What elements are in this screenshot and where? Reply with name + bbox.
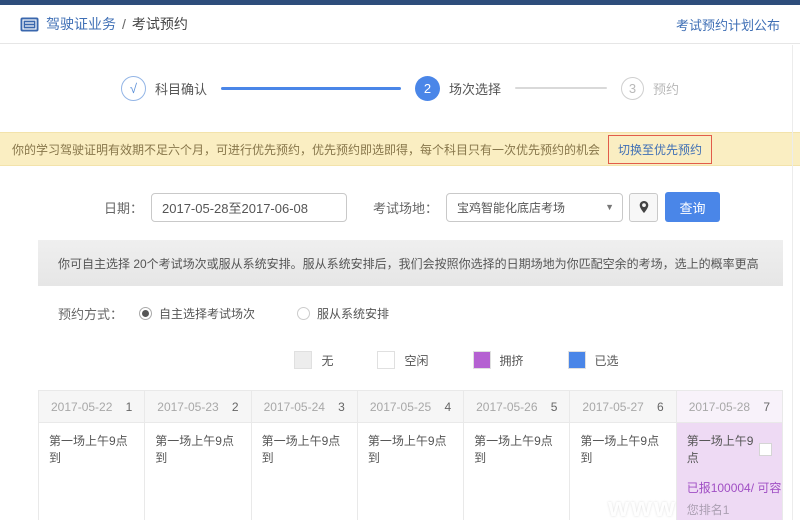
column-daynum: 5 [550, 399, 558, 414]
date-range-input[interactable] [151, 192, 348, 222]
legend-label: 空闲 [404, 353, 429, 368]
session-row-1: 第一场上午9点到 第一场上午9点到 第一场上午9点到 第一场上午9点到 第一场上… [37, 422, 784, 520]
legend-item-free: 空闲 [377, 351, 429, 369]
capacity-info: 已报100004/ 可容 [686, 481, 782, 495]
radio-option-self-select[interactable]: 自主选择考试场次 [139, 305, 255, 322]
session-checkbox[interactable] [759, 442, 772, 456]
switch-priority-link[interactable]: 切换至优先预约 [618, 143, 702, 157]
column-date: 2017-05-22 [51, 399, 113, 414]
legend-row: 无 空闲 拥挤 已选 [84, 340, 800, 380]
breadcrumb-root[interactable]: 驾驶证业务 [46, 14, 116, 34]
step-label: 预约 [653, 81, 680, 97]
venue-select[interactable]: 宝鸡智能化底店考场 ▼ [446, 192, 624, 222]
notice-text: 你的学习驾驶证明有效期不足六个月，可进行优先预约，优先预约即选即得，每个科目只有… [12, 142, 601, 157]
legend-label: 已选 [594, 353, 619, 368]
column-date: 2017-05-24 [263, 399, 325, 414]
legend-item-selected: 已选 [567, 351, 619, 369]
venue-label: 考试场地： [373, 200, 439, 216]
column-daynum: 3 [338, 399, 345, 414]
session-cell[interactable]: 第一场上午9点到 [144, 422, 252, 520]
legend-swatch-selected [567, 351, 586, 369]
check-icon: √ [120, 75, 146, 101]
radio-unselected-icon[interactable] [297, 306, 311, 320]
tip-text: 你可自主选择 20个考试场次或服从系统安排。服从系统安排后，我们会按照你选择的日… [58, 256, 759, 271]
legend-swatch-crowded [472, 351, 491, 369]
column-date: 2017-05-25 [369, 399, 432, 414]
step-reserve: 3 预约 [621, 76, 680, 100]
legend-item-crowded: 拥挤 [472, 351, 524, 369]
step-label: 科目确认 [154, 81, 207, 97]
date-label: 日期： [104, 200, 144, 216]
location-pin-icon [639, 201, 648, 213]
license-service-icon [20, 17, 39, 31]
column-daynum: 1 [125, 399, 133, 414]
booking-panel: 你可自主选择 20个考试场次或服从系统安排。服从系统安排后，我们会按照你选择的日… [38, 240, 783, 380]
column-daynum: 4 [444, 399, 452, 414]
step-label: 场次选择 [448, 81, 501, 97]
date-column-header: 2017-05-22 1 [37, 390, 146, 423]
session-cell[interactable]: 第一场上午9点到 [569, 422, 677, 520]
system-tip-bar: 你可自主选择 20个考试场次或服从系统安排。服从系统安排后，我们会按照你选择的日… [38, 240, 783, 286]
date-column-header: 2017-05-23 2 [144, 390, 252, 423]
breadcrumb-current: 考试预约 [131, 16, 188, 32]
legend-label: 拥挤 [499, 353, 524, 368]
session-cell[interactable]: 第一场上午9点到 [356, 422, 465, 520]
session-cell[interactable]: 第一场上午9点到 [37, 422, 146, 520]
notice-link-highlight-box: 切换至优先预约 [608, 134, 713, 164]
column-date: 2017-05-23 [157, 399, 219, 414]
session-cell[interactable]: 第一场上午9点到 [250, 422, 358, 520]
date-column-header: 2017-05-24 3 [250, 390, 358, 423]
radio-option-system-arrange[interactable]: 服从系统安排 [297, 305, 389, 322]
breadcrumb-separator: / [122, 16, 126, 32]
date-column-header: 2017-05-28 7 [675, 390, 784, 423]
filter-row: 日期： 考试场地： 宝鸡智能化底店考场 ▼ 查询 [0, 192, 800, 222]
page-header: 驾驶证业务 / 考试预约 考试预约计划公布 [0, 5, 800, 44]
date-column-header: 2017-05-25 4 [356, 390, 465, 423]
map-location-button[interactable] [629, 192, 659, 222]
search-button[interactable]: 查询 [665, 192, 721, 222]
booking-mode-label: 预约方式： [58, 306, 124, 322]
session-label: 第一场上午9点 [686, 434, 754, 465]
schedule-header-row: 2017-05-22 1 2017-05-23 2 2017-05-24 3 2017… [37, 390, 784, 423]
column-daynum: 2 [231, 399, 239, 414]
legend-item-none: 无 [294, 351, 333, 369]
stepper-connector-pending [515, 87, 607, 89]
column-daynum: 6 [657, 399, 664, 414]
step-number-badge: 3 [621, 76, 644, 100]
step-subject-confirm: √ 科目确认 [120, 75, 207, 101]
date-column-header: 2017-05-26 5 [463, 390, 571, 423]
legend-swatch-free [377, 351, 396, 369]
rank-info: 您排名1 [686, 503, 730, 517]
stepper: √ 科目确认 2 场次选择 3 预约 [0, 44, 800, 132]
step-session-select: 2 场次选择 [414, 75, 501, 101]
column-date: 2017-05-26 [476, 399, 538, 414]
stepper-connector-done [220, 86, 401, 90]
legend-label: 无 [321, 353, 334, 368]
radio-option-label: 自主选择考试场次 [159, 306, 256, 321]
chevron-down-icon: ▼ [605, 202, 615, 212]
step-number-badge: 2 [414, 75, 440, 101]
session-cell[interactable]: 第一场上午9点到 [463, 422, 571, 520]
column-date: 2017-05-28 [688, 399, 751, 414]
venue-selected-value: 宝鸡智能化底店考场 [457, 200, 566, 215]
date-column-header: 2017-05-27 6 [569, 390, 677, 423]
column-date: 2017-05-27 [582, 399, 644, 414]
schedule-table: 2017-05-22 1 2017-05-23 2 2017-05-24 3 2017… [37, 390, 784, 520]
radio-option-label: 服从系统安排 [317, 306, 390, 321]
exam-plan-link[interactable]: 考试预约计划公布 [676, 15, 780, 34]
priority-notice-bar: 你的学习驾驶证明有效期不足六个月，可进行优先预约，优先预约即选即得，每个科目只有… [0, 132, 800, 166]
column-daynum: 7 [763, 399, 770, 414]
content-right-divider [792, 45, 793, 520]
legend-swatch-none [294, 351, 313, 369]
session-cell-crowded[interactable]: 第一场上午9点 已报100004/ 可容 您排名1 [675, 422, 784, 520]
radio-selected-icon[interactable] [139, 306, 153, 320]
booking-mode-row: 预约方式： 自主选择考试场次 服从系统安排 [38, 286, 783, 340]
